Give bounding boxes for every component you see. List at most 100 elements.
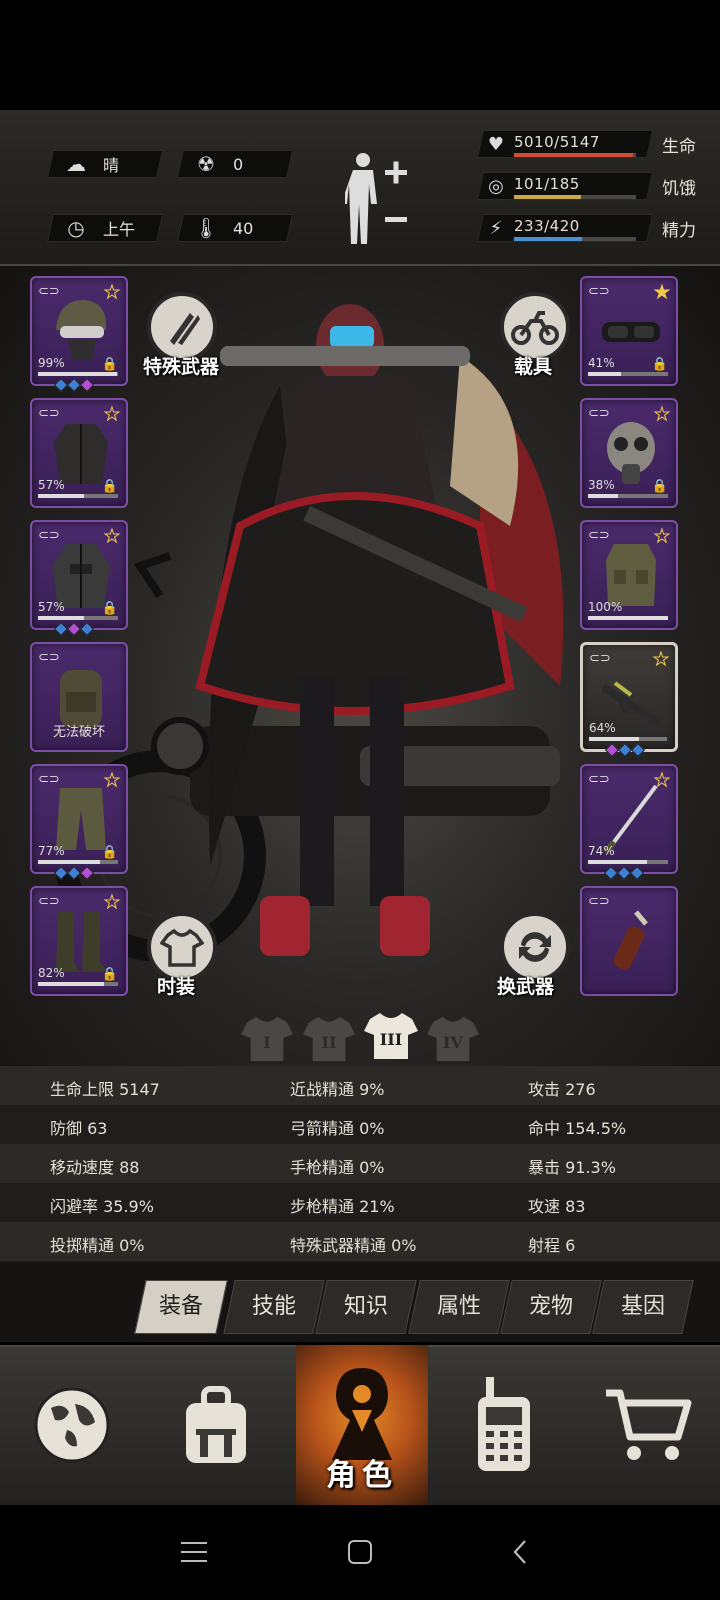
star-icon[interactable]: ★ <box>103 282 120 304</box>
stat-cell: 特殊武器精通 0% <box>290 1236 417 1255</box>
stat-cell: 生命上限 5147 <box>50 1080 160 1099</box>
body-status-icon[interactable] <box>345 150 415 250</box>
star-icon[interactable]: ★ <box>653 282 670 304</box>
left-equip-slot-jacket[interactable]: ⊂⊃ ★ 57% 🔒 <box>30 398 128 508</box>
link-icon: ⊂⊃ <box>38 284 60 299</box>
outfit-number: III <box>379 1030 403 1049</box>
stats-row: 投掷精通 0% 特殊武器精通 0% 射程 6 <box>0 1222 720 1261</box>
star-icon[interactable]: ★ <box>652 649 669 671</box>
stat-cell: 攻击 276 <box>528 1080 596 1099</box>
lock-icon[interactable]: 🔒 <box>652 357 668 372</box>
stat-cell: 手枪精通 0% <box>290 1158 385 1177</box>
tab-skills[interactable]: 技能 <box>223 1280 325 1334</box>
menu-icon[interactable] <box>174 1532 214 1572</box>
weather-chip: ☁ 晴 <box>47 150 163 178</box>
right-equip-slot-goggles[interactable]: ⊂⊃ ★ 41% 🔒 <box>580 276 678 386</box>
gem-icon <box>630 742 646 758</box>
stat-cell: 防御 63 <box>50 1119 108 1138</box>
stat-label: 生命 <box>662 137 696 157</box>
stat-cell: 命中 154.5% <box>528 1119 627 1138</box>
durability-percent: 41% <box>588 356 615 370</box>
stat-label: 饥饿 <box>662 179 696 199</box>
star-icon[interactable]: ★ <box>103 526 120 548</box>
durability-fill <box>588 860 648 864</box>
outfit-number: II <box>321 1033 337 1052</box>
nav-world-button[interactable] <box>0 1345 144 1505</box>
link-icon: ⊂⊃ <box>38 772 60 787</box>
durability-fill <box>38 616 84 620</box>
stat-value: 101/185 <box>514 175 580 193</box>
tab-genes[interactable]: 基因 <box>592 1280 694 1334</box>
left-equip-slot-backpack[interactable]: ⊂⊃ 无法破坏 <box>30 642 128 752</box>
stat-bar-fill <box>514 153 633 157</box>
stat-cell: 移动速度 88 <box>50 1158 140 1177</box>
durability-bar <box>38 982 118 986</box>
link-icon: ⊂⊃ <box>38 894 60 909</box>
link-icon: ⊂⊃ <box>588 406 610 421</box>
right-equip-slot-molotov[interactable]: ⊂⊃ <box>580 886 678 996</box>
nav-shop-button[interactable] <box>576 1345 720 1505</box>
star-icon[interactable]: ★ <box>103 770 120 792</box>
tab-knowledge[interactable]: 知识 <box>315 1280 417 1334</box>
left-equip-slot-pants[interactable]: ⊂⊃ ★ 77% 🔒 <box>30 764 128 881</box>
star-icon[interactable]: ★ <box>653 770 670 792</box>
special-weapon-label: 特殊武器 <box>143 356 220 378</box>
nav-inventory-button[interactable] <box>144 1345 288 1505</box>
tab-label: 知识 <box>343 1294 388 1319</box>
hud-stat-2: ⚡ 233/420 精力 <box>477 214 710 242</box>
lock-icon[interactable]: 🔒 <box>102 845 118 860</box>
outfit-slot-3[interactable]: III <box>364 1008 418 1059</box>
durability-fill <box>589 737 639 741</box>
gem-sockets <box>604 742 646 758</box>
back-icon[interactable] <box>500 1532 540 1572</box>
star-icon[interactable]: ★ <box>103 892 120 914</box>
status-bar-area <box>0 0 720 110</box>
star-icon[interactable]: ★ <box>653 526 670 548</box>
backpack-icon <box>186 1386 246 1463</box>
outfit-number: I <box>263 1033 271 1052</box>
stomach-icon: ◎ <box>488 175 504 197</box>
star-icon[interactable]: ★ <box>653 404 670 426</box>
lock-icon[interactable]: 🔒 <box>102 967 118 982</box>
nav-radio-button[interactable] <box>432 1345 576 1505</box>
stat-cell: 近战精通 9% <box>290 1080 385 1099</box>
outfit-slot-4[interactable]: IV <box>426 1015 480 1065</box>
left-equip-slot-helmet[interactable]: ⊂⊃ ★ 99% 🔒 <box>30 276 128 393</box>
right-equip-slot-rifle[interactable]: ⊂⊃ ★ 64% <box>580 642 678 758</box>
lock-icon[interactable]: 🔒 <box>102 601 118 616</box>
outfit-slot-2[interactable]: II <box>302 1015 356 1065</box>
stats-row: 防御 63 弓箭精通 0% 命中 154.5% <box>0 1105 720 1144</box>
radiation-icon: ☢ <box>197 152 215 176</box>
time-chip: ◷ 上午 <box>47 214 163 242</box>
time-text: 上午 <box>103 220 136 239</box>
lock-icon[interactable]: 🔒 <box>102 357 118 372</box>
gem-icon <box>629 865 645 881</box>
right-equip-slot-gasmask[interactable]: ⊂⊃ ★ 38% 🔒 <box>580 398 678 508</box>
motorcycle-icon <box>511 311 559 345</box>
cloud-sun-icon: ☁ <box>66 152 86 176</box>
globe-icon <box>34 1387 110 1463</box>
lock-icon[interactable]: 🔒 <box>652 479 668 494</box>
left-equip-slot-boots[interactable]: ⊂⊃ ★ 82% 🔒 <box>30 886 128 996</box>
clock-icon: ◷ <box>67 216 85 240</box>
right-equip-slot-vest[interactable]: ⊂⊃ ★ 100% <box>580 520 678 630</box>
durability-fill <box>588 372 621 376</box>
left-equip-slot-coat[interactable]: ⊂⊃ ★ 57% 🔒 <box>30 520 128 637</box>
tab-attributes[interactable]: 属性 <box>408 1280 510 1334</box>
tab-label: 技能 <box>251 1294 296 1319</box>
durability-bar <box>588 860 668 864</box>
right-equip-slot-sword[interactable]: ⊂⊃ ★ 74% <box>580 764 678 881</box>
stat-cell: 投掷精通 0% <box>50 1236 145 1255</box>
star-icon[interactable]: ★ <box>103 404 120 426</box>
home-icon[interactable] <box>340 1532 380 1572</box>
outfit-slot-1[interactable]: I <box>240 1015 294 1065</box>
tab-label: 属性 <box>436 1294 481 1319</box>
durability-percent: 99% <box>38 356 65 370</box>
lock-icon[interactable]: 🔒 <box>102 479 118 494</box>
heart-pulse-icon: ♥ <box>487 133 505 155</box>
rocket-icon <box>170 313 200 345</box>
gem-sockets <box>53 621 95 637</box>
tab-equipment[interactable]: 装备 <box>134 1280 228 1334</box>
durability-percent: 57% <box>38 600 65 614</box>
tab-pets[interactable]: 宠物 <box>500 1280 602 1334</box>
